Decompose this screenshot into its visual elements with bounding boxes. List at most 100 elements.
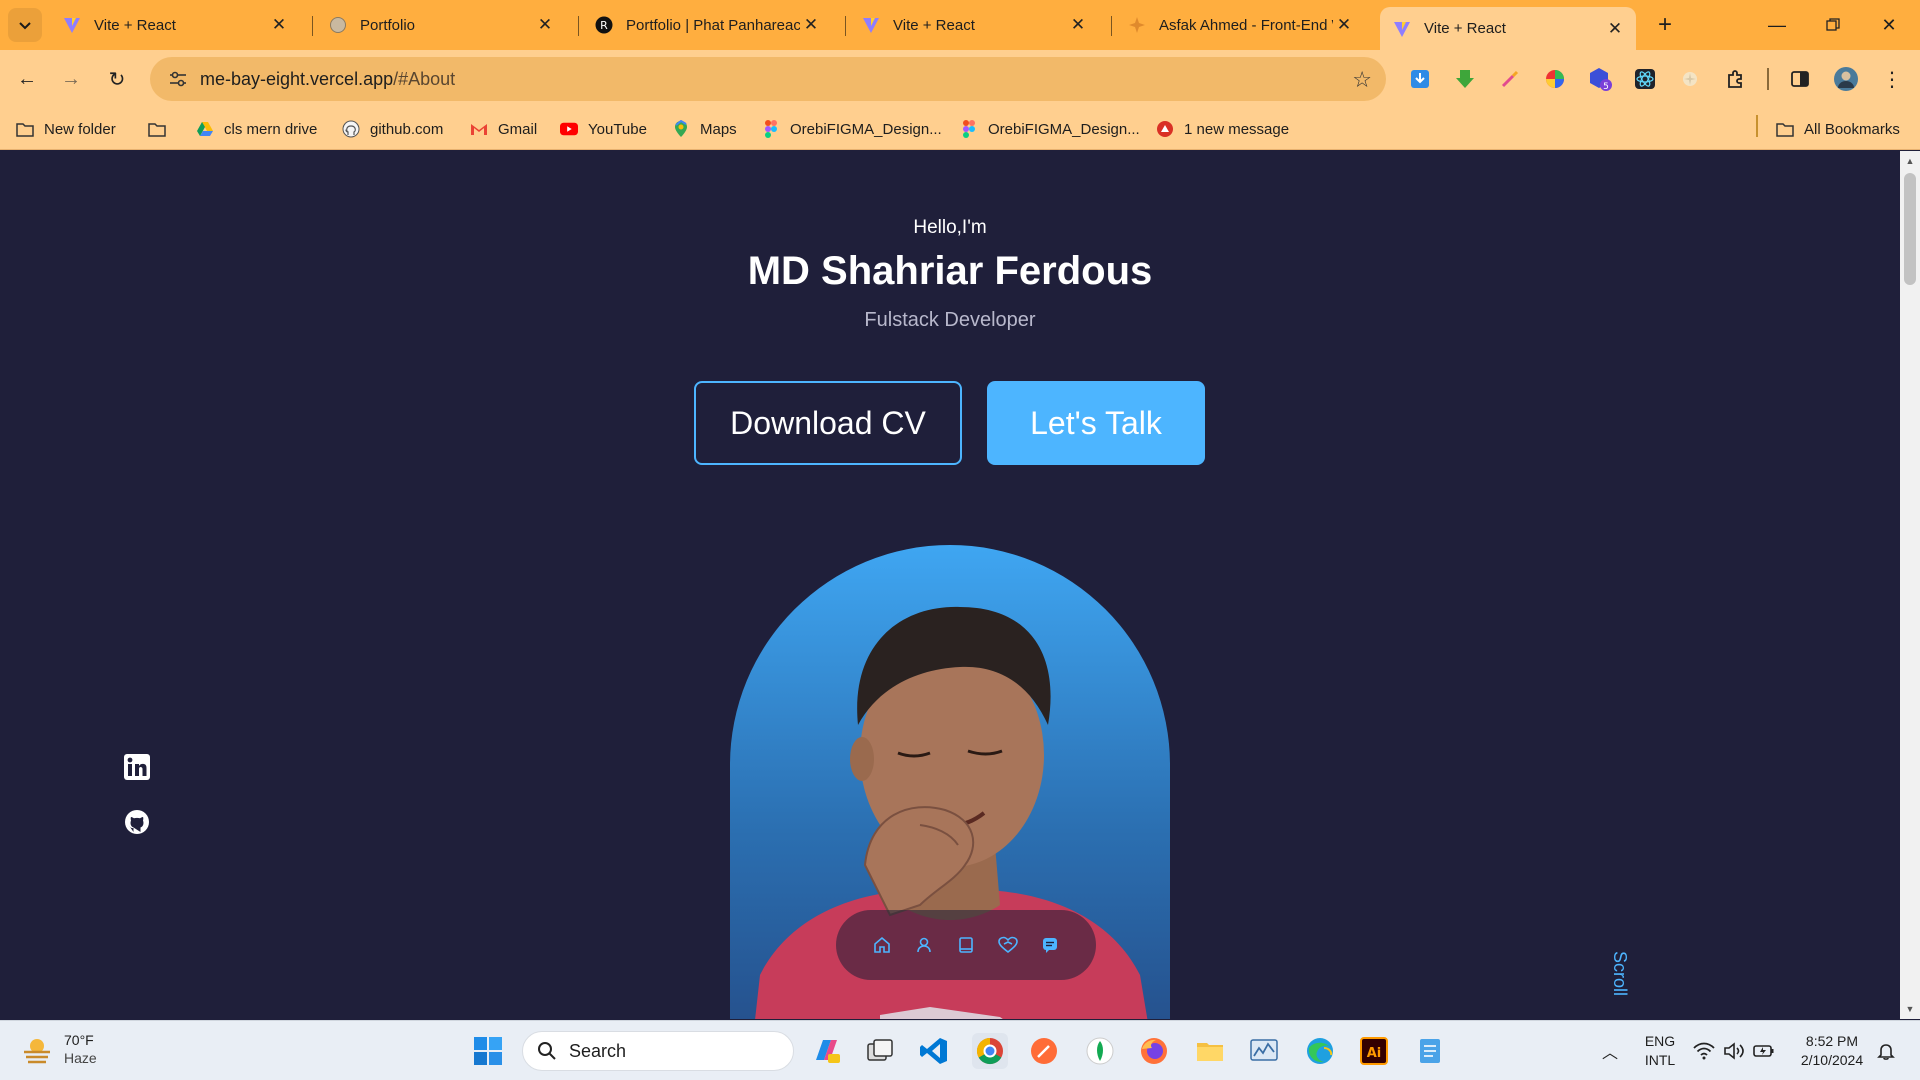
vscode-app[interactable] [916,1033,952,1069]
bookmark-star-icon[interactable]: ☆ [1352,67,1372,93]
language-indicator[interactable]: ENG INTL [1640,1032,1680,1070]
color-wheel-extension-icon[interactable] [1541,65,1569,93]
google-drive-icon [196,120,214,138]
start-button[interactable] [470,1033,506,1069]
monitor-chart-icon [1250,1039,1278,1061]
url-path: /#About [393,68,456,89]
github-icon [342,120,360,138]
task-view-app[interactable] [862,1033,898,1069]
scrollbar-thumb[interactable] [1904,173,1916,285]
tab-vite-react-active[interactable]: Vite + React ✕ [1380,7,1636,50]
bookmark-github[interactable]: github.com [342,117,443,141]
browser-menu-button[interactable]: ⋮ [1878,65,1906,93]
back-button[interactable]: ← [10,62,44,96]
home-icon[interactable] [871,934,893,956]
greeting-text: Hello,I'm [913,217,987,238]
book-icon[interactable] [955,934,977,956]
lets-talk-button[interactable]: Let's Talk [987,381,1205,465]
bookmark-label: YouTube [588,120,647,138]
close-tab-icon[interactable]: ✕ [800,14,822,36]
taskbar-search[interactable]: Search [522,1031,794,1071]
battery-status[interactable] [1746,1033,1782,1069]
firefox-app[interactable] [1136,1033,1172,1069]
close-window-button[interactable]: ✕ [1872,8,1906,42]
hero-name: MD Shahriar Ferdous [747,249,1153,293]
react-devtools-icon[interactable] [1631,65,1659,93]
minimize-button[interactable]: — [1760,8,1794,42]
side-panel-icon[interactable] [1786,65,1814,93]
tab-portfolio-phat[interactable]: R Portfolio | Phat Panhareach ✕ [582,7,832,43]
scroll-down-arrow-icon[interactable]: ▼ [1900,1001,1920,1017]
gmail-icon [470,120,488,138]
url-host: me-bay-eight.vercel.app [200,68,394,89]
weather-widget[interactable]: 70°F Haze [20,1031,97,1067]
tab-vite-react-2[interactable]: Vite + React ✕ [849,7,1099,43]
scroll-up-arrow-icon[interactable]: ▲ [1900,153,1920,169]
tab-search-button[interactable] [8,8,42,42]
user-icon[interactable] [913,934,935,956]
github-link[interactable] [124,809,150,835]
postman-app[interactable] [1026,1033,1062,1069]
download-cv-button[interactable]: Download CV [694,381,962,465]
bookmark-orebi-figma-1[interactable]: OrebiFIGMA_Design... [762,117,942,141]
search-icon [538,1042,556,1060]
address-bar[interactable]: me-bay-eight.vercel.app/#About ☆ [150,57,1386,101]
resource-monitor-app[interactable] [1246,1033,1282,1069]
file-explorer-app[interactable] [1192,1033,1228,1069]
bookmark-new-message[interactable]: 1 new message [1156,117,1289,141]
tab-title: Vite + React [94,16,176,34]
close-tab-icon[interactable]: ✕ [1333,14,1355,36]
sparkle-extension-icon[interactable] [1676,65,1704,93]
all-bookmarks[interactable]: All Bookmarks [1776,117,1900,141]
copilot-app[interactable] [808,1033,844,1069]
weather-condition: Haze [64,1050,97,1066]
notifications-button[interactable] [1868,1033,1904,1069]
bookmark-maps[interactable]: Maps [672,117,737,141]
bookmark-cls-mern-drive[interactable]: cls mern drive [196,117,317,141]
bookmark-new-folder[interactable]: New folder [16,117,116,141]
bookmark-youtube[interactable]: YouTube [560,117,647,141]
services-icon[interactable] [997,934,1019,956]
clock[interactable]: 8:52 PM 2/10/2024 [1790,1032,1874,1070]
close-tab-icon[interactable]: ✕ [268,14,290,36]
edge-app[interactable] [1302,1033,1338,1069]
bookmark-folder[interactable] [148,117,176,141]
forward-button[interactable]: → [54,62,88,96]
url-text: me-bay-eight.vercel.app/#About [200,69,455,90]
tab-asfak-ahmed[interactable]: Asfak Ahmed - Front-End W ✕ [1115,7,1365,43]
close-tab-icon[interactable]: ✕ [534,14,556,36]
green-arrow-extension-icon[interactable] [1451,65,1479,93]
tab-portfolio[interactable]: Portfolio ✕ [316,7,566,43]
close-tab-icon[interactable]: ✕ [1604,18,1626,40]
chrome-app[interactable] [972,1033,1008,1069]
restore-button[interactable] [1816,8,1850,42]
hero-role: Fulstack Developer [864,309,1036,331]
new-tab-button[interactable]: + [1650,10,1680,40]
mongodb-icon [1086,1037,1114,1065]
scroll-indicator[interactable]: Scroll [1609,951,1630,996]
page-scrollbar[interactable]: ▲ ▼ [1900,151,1920,1019]
profile-avatar[interactable] [1832,65,1860,93]
close-tab-icon[interactable]: ✕ [1067,14,1089,36]
bookmark-gmail[interactable]: Gmail [470,117,537,141]
vite-icon [62,15,82,35]
ai-app[interactable]: Ai [1356,1033,1392,1069]
mongodb-app[interactable] [1082,1033,1118,1069]
bookmark-orebi-figma-2[interactable]: OrebiFIGMA_Design... [960,117,1140,141]
haze-weather-icon [24,1039,50,1064]
tab-vite-react-1[interactable]: Vite + React ✕ [50,7,300,43]
notepad-app[interactable] [1412,1033,1448,1069]
extensions-puzzle-icon[interactable] [1722,65,1750,93]
shapes-extension-icon[interactable]: 5 [1586,65,1614,93]
reload-button[interactable]: ↻ [100,62,134,96]
linkedin-link[interactable] [124,754,150,780]
color-picker-extension-icon[interactable] [1496,65,1524,93]
tab-title: Asfak Ahmed - Front-End W [1159,16,1333,34]
hidden-icons-button[interactable]: ︿ [1592,1033,1628,1069]
site-info-icon[interactable] [156,71,200,87]
close-icon: ✕ [1881,14,1897,35]
vite-icon [1392,19,1412,39]
download-extension-icon[interactable] [1406,65,1434,93]
bookmarks-bar: New folder cls mern drive github.com Gma… [0,108,1920,150]
message-icon[interactable] [1039,934,1061,956]
